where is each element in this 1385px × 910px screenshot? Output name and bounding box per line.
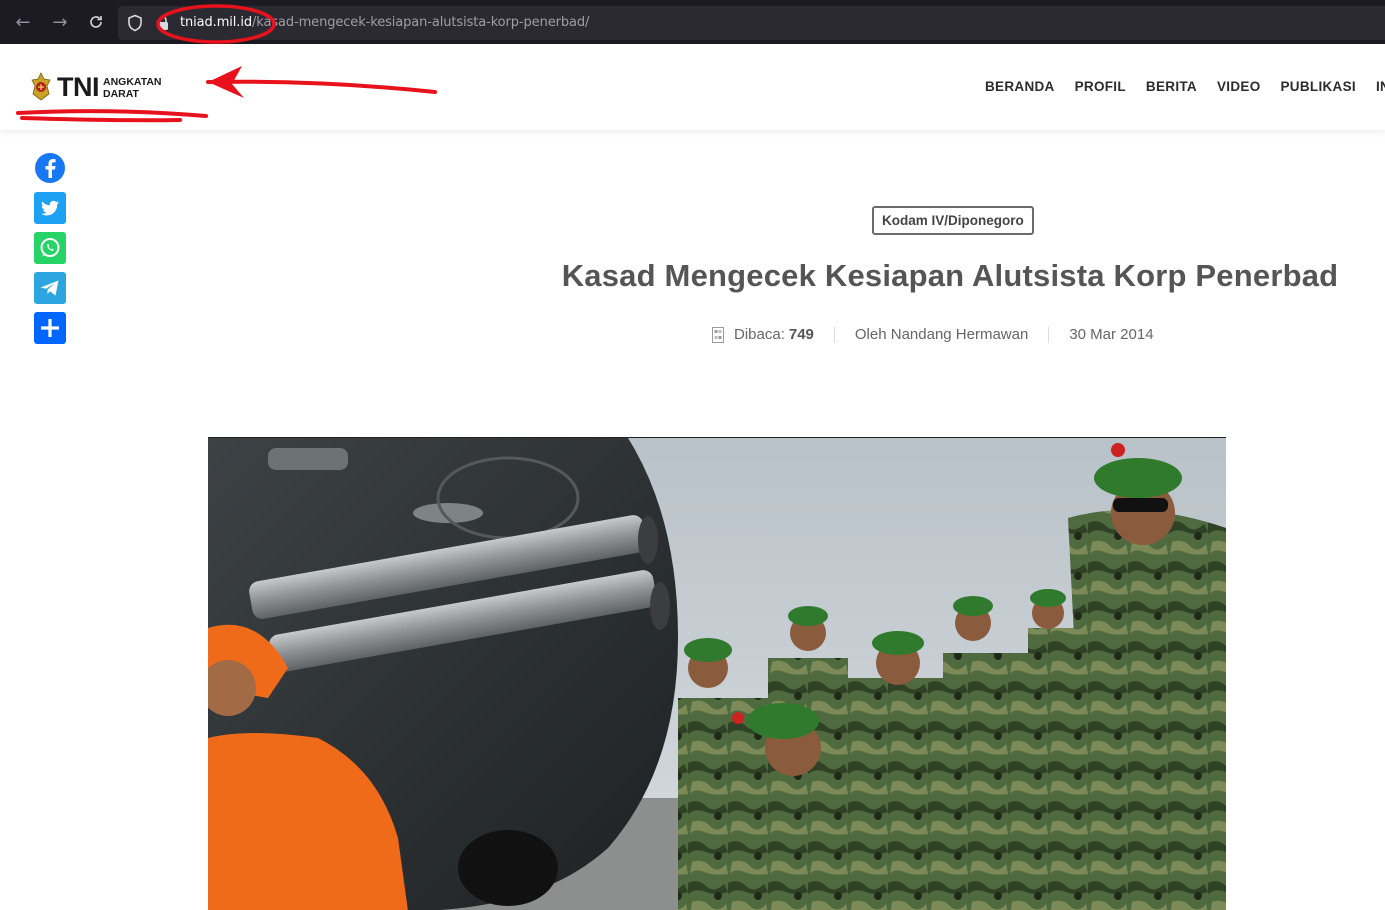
url-text[interactable]: tniad.mil.id/kasad-mengecek-kesiapan-alu… <box>180 15 589 30</box>
article-date: 30 Mar 2014 <box>1069 326 1154 343</box>
browser-toolbar: ← → tniad.mil.id/kasad-mengecek-kesiapan… <box>0 0 1385 44</box>
url-path: /kasad-mengecek-kesiapan-alutsista-korp-… <box>251 15 590 30</box>
whatsapp-icon[interactable] <box>34 232 66 264</box>
views-count: Dibaca: 749 <box>712 326 814 343</box>
address-bar[interactable]: tniad.mil.id/kasad-mengecek-kesiapan-alu… <box>118 6 1385 40</box>
twitter-icon[interactable] <box>34 192 66 224</box>
logo-tni-text: TNI <box>57 72 100 102</box>
social-share-bar <box>34 152 66 352</box>
article-author[interactable]: Oleh Nandang Hermawan <box>855 326 1028 343</box>
nav-item-profil[interactable]: PROFIL <box>1075 79 1126 94</box>
site-logo[interactable]: TNI ANGKATAN DARAT <box>30 72 162 102</box>
forward-arrow-icon[interactable]: → <box>46 8 74 36</box>
share-plus-icon[interactable] <box>34 312 66 344</box>
logo-line-angkatan: ANGKATAN <box>103 75 162 88</box>
tni-emblem-icon <box>31 72 51 101</box>
telegram-icon[interactable] <box>34 272 66 304</box>
meta-divider <box>1048 326 1050 343</box>
facebook-icon[interactable] <box>34 152 66 184</box>
views-label: Dibaca: <box>734 326 785 343</box>
category-badge[interactable]: Kodam IV/Diponegoro <box>872 206 1034 235</box>
article-hero-image <box>208 437 1226 910</box>
article-meta: Dibaca: 749 Oleh Nandang Hermawan 30 Mar… <box>712 326 1154 343</box>
nav-item-informasi[interactable]: INFOR <box>1376 79 1385 94</box>
shield-icon[interactable] <box>126 14 144 32</box>
reload-icon[interactable] <box>82 8 110 36</box>
main-nav: BERANDA PROFIL BERITA VIDEO PUBLIKASI IN… <box>985 79 1385 94</box>
meta-divider <box>833 326 835 343</box>
lock-icon[interactable] <box>156 15 170 31</box>
url-domain: tniad.mil.id <box>180 15 252 30</box>
nav-item-beranda[interactable]: BERANDA <box>985 79 1055 94</box>
nav-item-publikasi[interactable]: PUBLIKASI <box>1281 79 1356 94</box>
views-value: 749 <box>788 326 814 343</box>
article-title: Kasad Mengecek Kesiapan Alutsista Korp P… <box>561 258 1339 293</box>
hero-photo <box>208 438 1226 910</box>
nav-item-berita[interactable]: BERITA <box>1146 79 1197 94</box>
back-arrow-icon[interactable]: ← <box>9 8 37 36</box>
logo-line-darat: DARAT <box>103 87 139 100</box>
logo-subtitle: ANGKATAN DARAT <box>103 76 162 100</box>
nav-item-video[interactable]: VIDEO <box>1217 79 1261 94</box>
views-icon <box>712 326 724 343</box>
site-header: TNI ANGKATAN DARAT BERANDA PROFIL BERITA… <box>0 44 1385 130</box>
